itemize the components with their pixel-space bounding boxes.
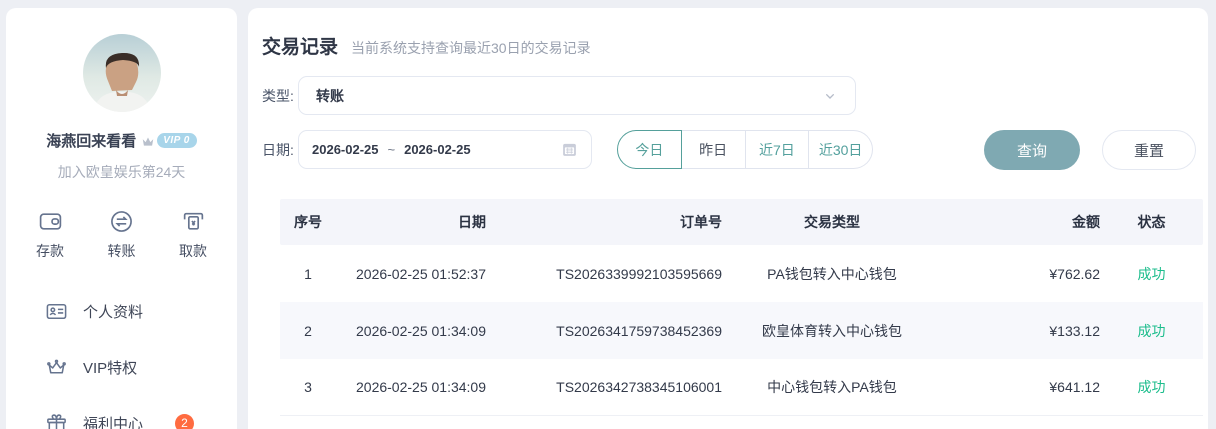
type-label: 类型:: [262, 88, 294, 104]
sidebar: 海燕回来看看 VIP 0 加入欧皇娱乐第24天 存款 转账 取款 个人资料 VI…: [6, 8, 237, 429]
cell-amount: ¥762.62: [1049, 265, 1100, 282]
transfer-exchange-icon: [111, 211, 132, 232]
cell-order-no: TS2026342738345106001: [556, 379, 722, 395]
cell-type: 中心钱包转入PA钱包: [767, 379, 897, 395]
cell-amount: ¥133.12: [1049, 322, 1100, 339]
cell-order-no: TS2026341759738452369: [556, 322, 722, 339]
col-header-order: 订单号: [680, 214, 722, 230]
col-header-status: 状态: [1137, 214, 1166, 230]
type-select-value: 转账: [316, 87, 344, 104]
cell-index: 2: [304, 322, 312, 339]
sidebar-item-label: VIP特权: [83, 359, 138, 377]
status-badge: 成功: [1137, 265, 1166, 282]
col-header-amount: 金额: [1072, 214, 1100, 230]
notification-badge: 2: [175, 413, 195, 429]
calendar-icon: [563, 143, 576, 156]
withdraw-button[interactable]: 取款: [179, 209, 207, 261]
transaction-records-panel: 交易记录 当前系统支持查询最近30日的交易记录 类型: 转账 日期: 2026-…: [248, 8, 1208, 429]
vip-crown-icon: [142, 137, 154, 146]
transactions-table: 序号 日期 订单号 交易类型 金额 状态 1 2026-02-25 01:52:…: [280, 199, 1203, 416]
date-range-input[interactable]: 2026-02-25 ~ 2026-02-25: [298, 130, 592, 169]
crown-icon: [47, 359, 66, 374]
join-days-text: 加入欧皇娱乐第24天: [57, 164, 186, 180]
cell-date: 2026-02-25 01:52:37: [356, 265, 486, 282]
avatar[interactable]: [82, 34, 161, 112]
quick-actions: 存款 转账 取款: [6, 209, 237, 261]
id-card-icon: [46, 303, 67, 319]
cell-index: 3: [304, 379, 312, 395]
range-7days-button[interactable]: 近7日: [745, 130, 810, 169]
withdraw-machine-icon: [183, 212, 203, 230]
cell-order-no: TS2026339992103595669: [556, 265, 722, 282]
status-badge: 成功: [1137, 322, 1166, 339]
date-range-separator: ~: [387, 142, 396, 157]
date-start-value: 2026-02-25: [312, 142, 379, 157]
table-header-row: 序号 日期 订单号 交易类型 金额 状态: [280, 199, 1203, 245]
sidebar-item-welfare[interactable]: 福利中心 2: [6, 395, 237, 429]
cell-date: 2026-02-25 01:34:09: [356, 322, 486, 339]
range-30days-button[interactable]: 近30日: [809, 130, 873, 169]
page-title: 交易记录: [262, 37, 339, 58]
deposit-wallet-icon: [39, 213, 61, 230]
cell-index: 1: [304, 265, 312, 282]
col-header-date: 日期: [458, 214, 486, 230]
avatar-portrait: [92, 52, 151, 112]
date-label: 日期:: [262, 142, 294, 158]
query-button[interactable]: 查询: [984, 130, 1080, 170]
cell-type: 欧皇体育转入中心钱包: [762, 322, 902, 339]
username: 海燕回来看看: [46, 133, 137, 150]
type-filter-row: 类型: 转账: [262, 76, 1194, 116]
sidebar-item-label: 个人资料: [83, 303, 144, 321]
cell-type: PA钱包转入中心钱包: [767, 265, 897, 282]
sidebar-item-vip[interactable]: VIP特权: [6, 339, 237, 395]
sidebar-item-label: 福利中心: [83, 415, 144, 429]
type-select[interactable]: 转账: [298, 76, 856, 115]
cell-date: 2026-02-25 01:34:09: [356, 379, 486, 395]
page-header: 交易记录 当前系统支持查询最近30日的交易记录: [262, 32, 1194, 59]
sidebar-item-profile[interactable]: 个人资料: [6, 283, 237, 339]
range-yesterday-button[interactable]: 昨日: [681, 130, 746, 169]
col-header-type: 交易类型: [804, 214, 860, 230]
cell-amount: ¥641.12: [1049, 379, 1100, 395]
transfer-button[interactable]: 转账: [108, 209, 136, 261]
col-header-index: 序号: [294, 214, 322, 230]
date-filter-row: 日期: 2026-02-25 ~ 2026-02-25 今日 昨日 近7日 近3…: [262, 130, 1196, 170]
vip-badge: VIP 0: [141, 133, 197, 148]
quick-range-group: 今日 昨日 近7日 近30日: [617, 130, 873, 169]
chevron-down-icon: [826, 93, 834, 99]
reset-button[interactable]: 重置: [1102, 130, 1196, 170]
quick-action-label: 取款: [179, 243, 207, 259]
range-today-button[interactable]: 今日: [617, 130, 682, 169]
quick-action-label: 存款: [36, 243, 64, 259]
table-row: 1 2026-02-25 01:52:37 TS2026339992103595…: [280, 245, 1203, 302]
sidebar-menu: 个人资料 VIP特权 福利中心 2: [6, 283, 237, 429]
page-subtitle: 当前系统支持查询最近30日的交易记录: [351, 40, 591, 56]
gift-icon: [47, 413, 66, 429]
table-row: 3 2026-02-25 01:34:09 TS2026342738345106…: [280, 359, 1203, 416]
vip-level-label: VIP 0: [157, 133, 197, 148]
table-row: 2 2026-02-25 01:34:09 TS2026341759738452…: [280, 302, 1203, 359]
deposit-button[interactable]: 存款: [36, 209, 64, 261]
status-badge: 成功: [1137, 379, 1166, 395]
date-end-value: 2026-02-25: [404, 142, 471, 157]
quick-action-label: 转账: [107, 243, 136, 259]
